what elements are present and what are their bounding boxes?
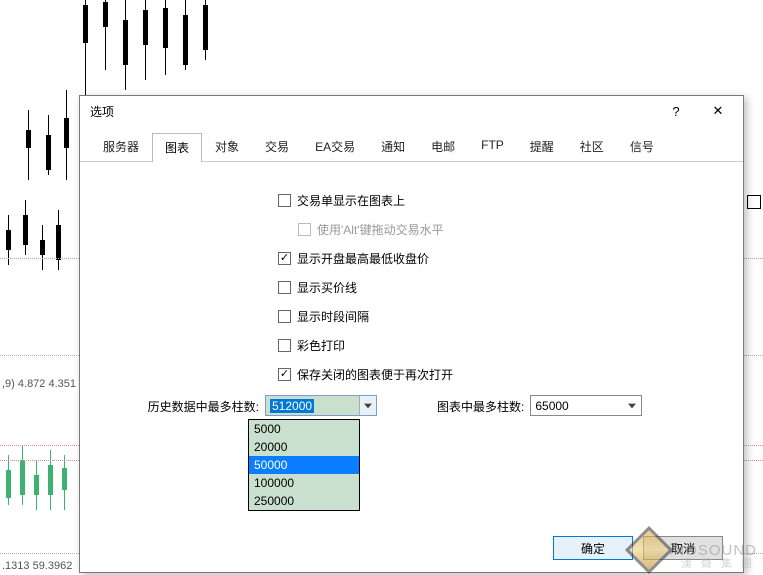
dialog-content: 交易单显示在图表上 使用'Alt'键拖动交易水平 显示开盘最高最低收盘价 显示买… — [80, 162, 743, 530]
ohlc-label: ,9) 4.872 4.351 — [2, 378, 76, 390]
label-ohlc: 显示开盘最高最低收盘价 — [297, 250, 429, 267]
checkbox-alt-drag — [298, 223, 311, 236]
chart-bars-value: 65000 — [535, 399, 568, 413]
label-show-trade: 交易单显示在图表上 — [297, 192, 405, 209]
tab-objects[interactable]: 对象 — [202, 132, 252, 161]
tab-trade[interactable]: 交易 — [252, 132, 302, 161]
checkbox-ohlc[interactable] — [278, 252, 291, 265]
coords-label: .1313 59.3962 — [2, 560, 72, 572]
tab-alert[interactable]: 提醒 — [517, 132, 567, 161]
tab-notify[interactable]: 通知 — [368, 132, 418, 161]
option-50000[interactable]: 50000 — [249, 456, 359, 474]
option-5000[interactable]: 5000 — [249, 420, 359, 438]
checkbox-period[interactable] — [278, 310, 291, 323]
label-colorprint: 彩色打印 — [297, 337, 345, 354]
tab-chart[interactable]: 图表 — [152, 133, 202, 162]
checkbox-saveclosed[interactable] — [278, 368, 291, 381]
tab-ftp[interactable]: FTP — [468, 132, 517, 161]
brand-icon — [625, 526, 673, 574]
label-alt-drag: 使用'Alt'键拖动交易水平 — [317, 221, 444, 238]
tab-server[interactable]: 服务器 — [90, 132, 152, 161]
chevron-down-icon[interactable] — [359, 396, 376, 415]
history-bars-label: 历史数据中最多柱数: — [110, 395, 265, 415]
tab-bar: 服务器 图表 对象 交易 EA交易 通知 电邮 FTP 提醒 社区 信号 — [80, 126, 743, 162]
chart-bars-combo[interactable]: 65000 — [530, 395, 642, 416]
price-indicator — [747, 195, 761, 209]
brand-watermark: SiNOSOUND 漢 聲 集 團 — [632, 533, 757, 567]
dialog-title: 选项 — [90, 103, 114, 120]
brand-sub: 漢 聲 集 團 — [681, 555, 755, 571]
label-saveclosed: 保存关闭的图表便于再次打开 — [297, 366, 453, 383]
tab-ea[interactable]: EA交易 — [302, 132, 368, 161]
tab-signal[interactable]: 信号 — [617, 132, 667, 161]
tab-email[interactable]: 电邮 — [418, 132, 468, 161]
chart-bars-label: 图表中最多柱数: — [437, 395, 530, 415]
help-button[interactable]: ? — [655, 99, 697, 123]
checkbox-show-trade[interactable] — [278, 194, 291, 207]
label-ask: 显示买价线 — [297, 279, 357, 296]
history-bars-dropdown[interactable]: 5000 20000 50000 100000 250000 — [248, 419, 360, 511]
close-button[interactable]: ✕ — [697, 99, 739, 123]
checkbox-ask[interactable] — [278, 281, 291, 294]
checkbox-colorprint[interactable] — [278, 339, 291, 352]
ok-button[interactable]: 确定 — [553, 536, 633, 560]
option-100000[interactable]: 100000 — [249, 474, 359, 492]
history-bars-value: 512000 — [270, 399, 314, 413]
option-20000[interactable]: 20000 — [249, 438, 359, 456]
options-dialog: 选项 ? ✕ 服务器 图表 对象 交易 EA交易 通知 电邮 FTP 提醒 社区… — [79, 95, 744, 573]
titlebar: 选项 ? ✕ — [80, 96, 743, 126]
tab-community[interactable]: 社区 — [567, 132, 617, 161]
option-250000[interactable]: 250000 — [249, 492, 359, 510]
history-bars-combo[interactable]: 512000 — [265, 395, 377, 416]
chevron-down-icon[interactable] — [624, 398, 639, 413]
label-period: 显示时段间隔 — [297, 308, 369, 325]
